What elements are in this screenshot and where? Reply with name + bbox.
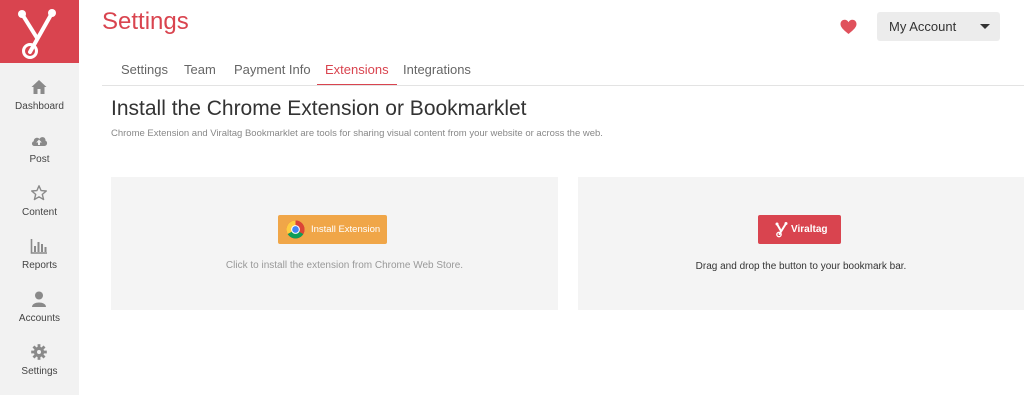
tab-integrations[interactable]: Integrations	[403, 62, 471, 86]
sidebar: Dashboard Post Content Reports Accounts	[0, 0, 79, 395]
install-extension-label: Install Extension	[311, 224, 381, 235]
sidebar-item-label: Settings	[21, 366, 58, 377]
viraltag-bookmarklet-button[interactable]: Viraltag	[758, 215, 841, 244]
tab-team[interactable]: Team	[184, 62, 216, 86]
sidebar-item-dashboard[interactable]: Dashboard	[0, 71, 79, 121]
tab-payment-info[interactable]: Payment Info	[234, 62, 311, 86]
viraltag-logo[interactable]	[0, 0, 79, 63]
user-icon	[32, 291, 46, 307]
logo-icon	[18, 9, 56, 59]
sidebar-item-accounts[interactable]: Accounts	[0, 283, 79, 333]
section-heading: Install the Chrome Extension or Bookmark…	[111, 97, 527, 120]
cloud-upload-icon	[31, 137, 48, 146]
sidebar-item-label: Post	[29, 154, 50, 165]
section-description: Chrome Extension and Viraltag Bookmarkle…	[111, 128, 603, 139]
extension-help-text: Click to install the extension from Chro…	[225, 260, 464, 271]
star-icon	[31, 185, 47, 201]
tabs-divider	[102, 85, 1024, 86]
sidebar-item-label: Accounts	[18, 313, 61, 324]
caret-down-icon	[980, 24, 990, 29]
sidebar-item-content[interactable]: Content	[0, 177, 79, 227]
gear-icon	[31, 344, 47, 360]
tab-settings[interactable]: Settings	[121, 62, 168, 86]
sidebar-item-label: Reports	[21, 260, 57, 271]
install-extension-button[interactable]: Install Extension	[278, 215, 387, 244]
chrome-icon	[286, 220, 305, 239]
bar-chart-icon	[30, 239, 47, 254]
home-icon	[31, 80, 47, 94]
sidebar-item-post[interactable]: Post	[0, 124, 79, 174]
viraltag-button-label: Viraltag	[791, 224, 828, 235]
sidebar-item-label: Dashboard	[15, 101, 64, 112]
page-title: Settings	[102, 8, 189, 35]
tab-extensions[interactable]: Extensions	[317, 62, 397, 86]
my-account-dropdown[interactable]: My Account	[877, 12, 1000, 41]
sidebar-item-label: Content	[21, 207, 58, 218]
heart-icon[interactable]	[840, 19, 857, 35]
sidebar-item-settings[interactable]: Settings	[0, 336, 79, 386]
sidebar-item-reports[interactable]: Reports	[0, 230, 79, 280]
account-label: My Account	[889, 19, 957, 34]
viraltag-logo-icon	[775, 222, 788, 238]
bookmarklet-help-text: Drag and drop the button to your bookmar…	[695, 261, 907, 272]
